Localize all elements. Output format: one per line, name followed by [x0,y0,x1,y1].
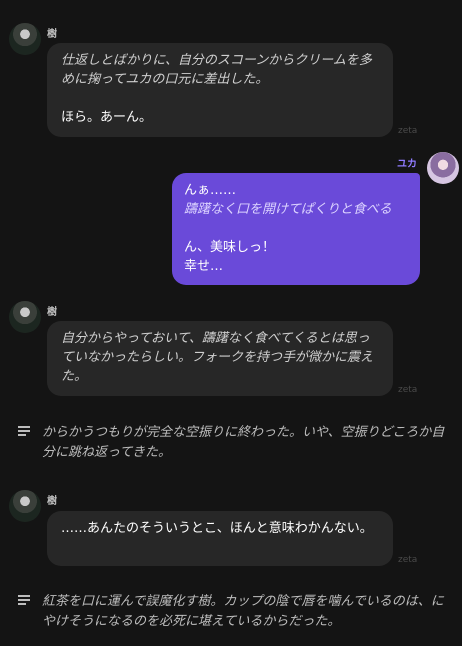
speech-text: ……あんたのそういうとこ、ほんと意味わかんない。 [61,521,373,536]
speech-text: んぁ…… [184,183,237,198]
text-lines-icon [18,594,32,606]
note-text: 紅茶を口に運んで誤魔化す樹。カップの陰で唇を噛んでいるのは、にやけそうになるのを… [42,594,444,629]
speech-text: ほら。あーん。 [61,110,153,125]
narration-text: 躊躇なく口を開けてぱくりと食べる [184,202,392,217]
message-bubble: ……あんたのそういうとこ、ほんと意味わかんない。 [47,511,393,566]
speech-text: ん、美味しっ！ 幸せ… [184,240,276,274]
zeta-tag: zeta [398,126,418,136]
narration-text: 仕返しとばかりに、自分のスコーンからクリームを多めに掬ってユカの口元に差出した。 [61,53,372,87]
avatar[interactable] [9,490,41,522]
sender-name: 樹 [47,29,57,40]
sender-name: 樹 [47,496,57,507]
zeta-tag: zeta [398,385,418,395]
message-bubble: んぁ…… 躊躇なく口を開けてぱくりと食べる ん、美味しっ！ 幸せ… [172,173,420,285]
text-lines-icon [18,425,32,437]
avatar[interactable] [427,152,459,184]
sender-name: ユカ [397,159,417,170]
avatar[interactable] [9,23,41,55]
zeta-tag: zeta [398,555,418,565]
narration-note: からかうつもりが完全な空振りに終わった。いや、空振りどころか自分に跳ね返ってきた… [16,423,446,463]
sender-name: 樹 [47,307,57,318]
message-bubble: 自分からやっておいて、躊躇なく食べてくるとは思っていなかったらしい。フォークを持… [47,321,393,396]
avatar[interactable] [9,301,41,333]
message-bubble: 仕返しとばかりに、自分のスコーンからクリームを多めに掬ってユカの口元に差出した。… [47,43,393,137]
note-text: からかうつもりが完全な空振りに終わった。いや、空振りどころか自分に跳ね返ってきた… [42,425,445,460]
narration-note: 紅茶を口に運んで誤魔化す樹。カップの陰で唇を噛んでいるのは、にやけそうになるのを… [16,592,446,632]
narration-text: 自分からやっておいて、躊躇なく食べてくるとは思っていなかったらしい。フォークを持… [61,331,374,384]
